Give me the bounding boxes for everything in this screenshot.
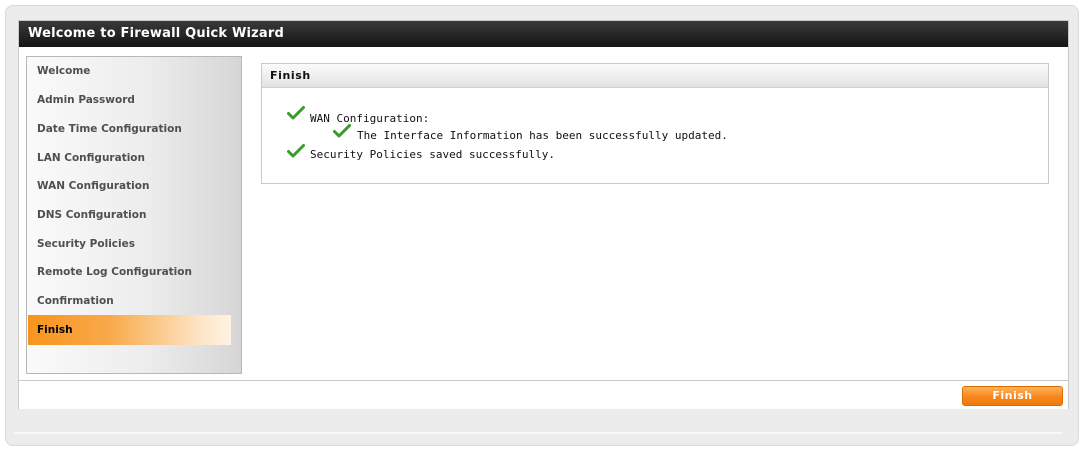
divider — [14, 432, 1062, 434]
finish-section: Finish WAN Configuration: The Interface … — [261, 63, 1049, 184]
step-admin-password[interactable]: Admin Password — [28, 86, 231, 114]
check-icon — [287, 143, 305, 158]
section-header: Finish — [262, 64, 1048, 88]
step-finish[interactable]: Finish — [28, 315, 231, 345]
wizard-steps-sidebar: Welcome Admin Password Date Time Configu… — [26, 56, 242, 374]
wizard-panel: Welcome to Firewall Quick Wizard Welcome… — [18, 20, 1069, 409]
step-remote-log-configuration[interactable]: Remote Log Configuration — [28, 258, 231, 286]
status-message: WAN Configuration: — [310, 112, 430, 125]
step-wan-configuration[interactable]: WAN Configuration — [28, 172, 231, 200]
check-icon — [333, 123, 351, 138]
check-icon — [287, 105, 305, 120]
step-lan-configuration[interactable]: LAN Configuration — [28, 144, 231, 172]
step-security-policies[interactable]: Security Policies — [28, 230, 231, 258]
wizard-title: Welcome to Firewall Quick Wizard — [19, 21, 1068, 47]
wizard-footer: Finish — [19, 380, 1068, 409]
status-message: Security Policies saved successfully. — [310, 148, 556, 161]
finish-button[interactable]: Finish — [962, 386, 1063, 406]
step-confirmation[interactable]: Confirmation — [28, 287, 231, 315]
step-dns-configuration[interactable]: DNS Configuration — [28, 201, 231, 229]
status-message: The Interface Information has been succe… — [357, 129, 728, 142]
step-welcome[interactable]: Welcome — [28, 57, 231, 85]
step-date-time-configuration[interactable]: Date Time Configuration — [28, 115, 231, 143]
